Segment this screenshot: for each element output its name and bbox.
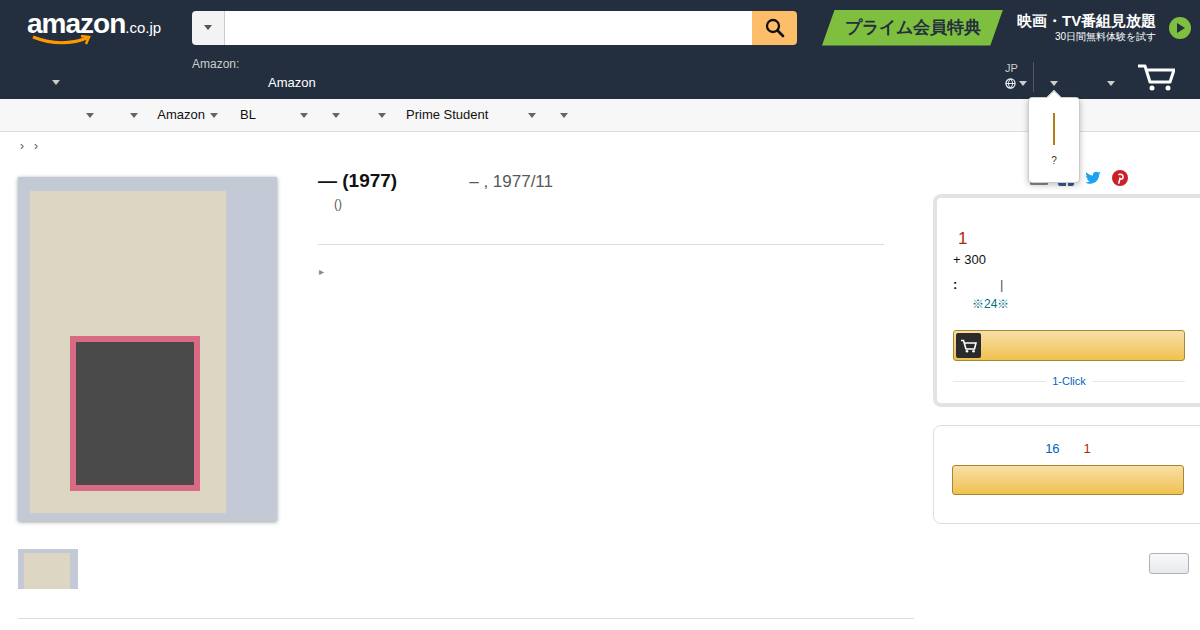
search-category-dropdown[interactable] (192, 11, 225, 45)
thumbnail[interactable] (18, 549, 78, 589)
account-menu[interactable] (1050, 81, 1058, 86)
caret-icon (52, 80, 60, 85)
divider (1033, 62, 1034, 92)
nav-item[interactable]: BL (218, 99, 308, 131)
product-title: — (1977) (318, 170, 397, 192)
one-click-link[interactable]: 1-Click (1046, 373, 1092, 389)
caret-icon (1107, 81, 1115, 86)
delivery: : | (953, 277, 1200, 293)
nav-item[interactable] (340, 99, 386, 131)
search-button[interactable] (752, 11, 797, 45)
caret-icon (332, 113, 340, 118)
caret-icon (300, 113, 308, 118)
delivery-note[interactable]: ※24※ (953, 296, 1200, 312)
caret-icon (560, 113, 568, 118)
small-button[interactable] (1149, 553, 1189, 574)
prime-promo[interactable]: 映画・TV番組見放題 30日間無料体験を試す (1017, 12, 1156, 43)
smile-icon (31, 35, 93, 46)
product-meta: – , 1977/11 (469, 171, 553, 193)
product-image[interactable] (18, 177, 277, 521)
divider (18, 618, 914, 619)
breadcrumb: ›› (0, 132, 1200, 170)
account-tooltip: ? (1028, 97, 1080, 183)
main: — (1977) – , 1977/11 () ▸ 1 + 300 : (0, 170, 1200, 619)
caret-icon (210, 113, 218, 118)
caret-icon (130, 113, 138, 118)
caret-icon (1050, 81, 1058, 86)
offers-button[interactable] (952, 465, 1184, 495)
play-icon[interactable] (1169, 17, 1191, 39)
breadcrumb-separator: › (34, 139, 38, 153)
caret-icon (378, 113, 386, 118)
one-click-row: 1-Click (953, 373, 1185, 389)
address-block[interactable]: Amazon: Amazon (192, 55, 316, 99)
sub-header: Amazon: Amazon JP (0, 55, 1200, 99)
breadcrumb-separator: › (20, 139, 24, 153)
header: amazon .co.jp プライム会員特典 映画・TV番組見放題 30日間無料… (0, 0, 1200, 55)
caret-icon (1019, 81, 1027, 86)
nav-bar: AmazonBL Prime Student (0, 99, 1200, 132)
price: 1 (953, 229, 1200, 249)
nav-item[interactable] (94, 99, 138, 131)
tooltip-bar (1053, 113, 1055, 145)
nav-item[interactable]: Amazon (138, 99, 218, 131)
caret-icon (86, 113, 94, 118)
orders-menu[interactable] (1107, 81, 1115, 86)
product-column: — (1977) – , 1977/11 () ▸ (18, 170, 914, 619)
language-selector[interactable]: JP (1005, 55, 1033, 99)
nav-item[interactable] (536, 99, 568, 131)
buy-box: 1 + 300 : | ※24※ 1-Click (933, 194, 1200, 407)
byline[interactable]: () (318, 197, 884, 211)
nav-item[interactable]: Prime Student (386, 99, 536, 131)
search-input[interactable] (225, 11, 752, 45)
divider (318, 244, 884, 245)
offers-price: 1 (1084, 441, 1091, 457)
nav-item[interactable] (18, 99, 94, 131)
location-menu[interactable] (0, 55, 192, 99)
twitter-icon[interactable] (1085, 171, 1102, 185)
cart-icon (960, 339, 977, 353)
cart-icon[interactable] (1137, 63, 1175, 91)
expander[interactable]: ▸ (319, 265, 884, 279)
product-details: — (1977) – , 1977/11 () ▸ (318, 170, 884, 521)
search-bar (192, 11, 797, 45)
prime-badge[interactable]: プライム会員特典 (822, 10, 1003, 46)
offers-box: 16 1 (933, 425, 1200, 524)
globe-icon (1005, 78, 1016, 89)
offers-count[interactable]: 16 (1045, 441, 1059, 457)
search-icon (765, 18, 785, 38)
amazon-logo[interactable]: amazon .co.jp (27, 10, 192, 46)
caret-icon (528, 113, 536, 118)
buy-column: 1 + 300 : | ※24※ 1-Click 16 1 (933, 170, 1200, 619)
add-to-cart-button[interactable] (953, 330, 1185, 361)
shipping: + 300 (953, 252, 1200, 268)
pinterest-icon[interactable] (1112, 170, 1128, 186)
caret-icon (204, 25, 212, 30)
nav-item[interactable] (308, 99, 340, 131)
